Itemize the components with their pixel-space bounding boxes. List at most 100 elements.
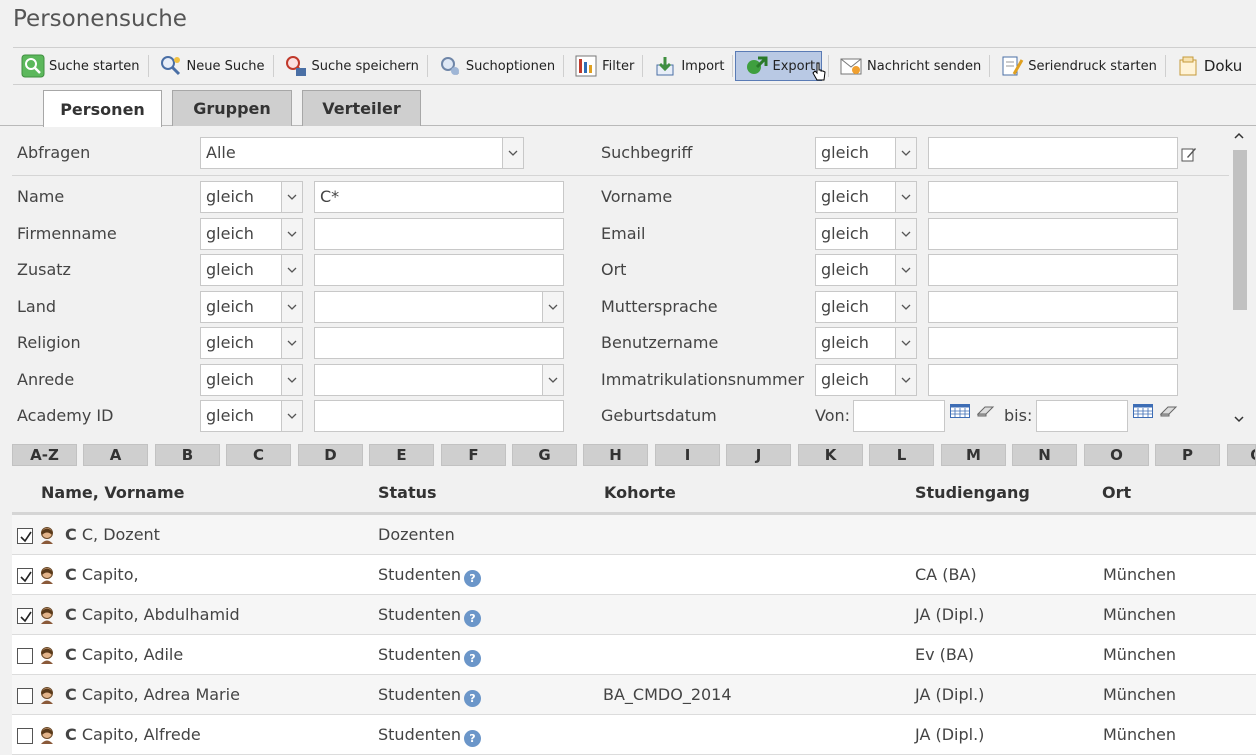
immatrikulation-operator-select[interactable]: gleich: [815, 364, 917, 396]
row-checkbox[interactable]: [17, 648, 33, 664]
alpha-button-c[interactable]: C: [226, 444, 291, 466]
alpha-button-k[interactable]: K: [798, 444, 863, 466]
row-checkbox[interactable]: [17, 528, 33, 544]
table-row[interactable]: C C, Dozent Dozenten: [12, 515, 1256, 555]
zusatz-input[interactable]: [314, 254, 564, 286]
tab-verteiler[interactable]: Verteiler: [302, 90, 421, 126]
vorname-operator-select[interactable]: gleich: [815, 181, 917, 213]
alpha-button-n[interactable]: N: [1012, 444, 1077, 466]
vorname-input[interactable]: [928, 181, 1178, 213]
benutzername-operator-select[interactable]: gleich: [815, 327, 917, 359]
neue-suche-button[interactable]: Neue Suche: [151, 51, 271, 81]
alpha-button-l[interactable]: L: [869, 444, 934, 466]
eraser-icon[interactable]: [1160, 405, 1178, 417]
row-name[interactable]: C Capito, Abdulhamid: [65, 605, 240, 624]
ort-operator-select[interactable]: gleich: [815, 254, 917, 286]
firmenname-operator-select[interactable]: gleich: [200, 218, 303, 250]
column-header-ort[interactable]: Ort: [1102, 483, 1131, 502]
table-row[interactable]: C Capito, Abdulhamid Studenten? JA (Dipl.)…: [12, 595, 1256, 635]
land-operator-select[interactable]: gleich: [200, 291, 303, 323]
alpha-button-m[interactable]: M: [941, 444, 1006, 466]
row-name[interactable]: C Capito, Adile: [65, 645, 183, 664]
row-name[interactable]: C Capito,: [65, 565, 139, 584]
religion-operator-select[interactable]: gleich: [200, 327, 303, 359]
geburtsdatum-bis-input[interactable]: [1036, 400, 1128, 432]
muttersprache-operator-select[interactable]: gleich: [815, 291, 917, 323]
table-row[interactable]: C Capito, Adrea Marie Studenten? BA_CMDO_2…: [12, 675, 1256, 715]
immatrikulation-input[interactable]: [928, 364, 1178, 396]
ort-input[interactable]: [928, 254, 1178, 286]
info-icon[interactable]: ?: [463, 570, 481, 587]
row-checkbox[interactable]: [17, 568, 33, 584]
abfragen-select[interactable]: Alle: [200, 137, 524, 169]
alpha-button-f[interactable]: F: [441, 444, 506, 466]
tab-gruppen[interactable]: Gruppen: [172, 90, 292, 126]
anrede-select[interactable]: [314, 364, 564, 396]
row-name[interactable]: C C, Dozent: [65, 525, 160, 544]
zusatz-operator-select[interactable]: gleich: [200, 254, 303, 286]
alpha-button-all[interactable]: A-Z: [12, 444, 77, 466]
suchoptionen-button[interactable]: Suchoptionen: [430, 51, 561, 81]
alpha-button-d[interactable]: D: [298, 444, 363, 466]
calendar-icon[interactable]: [950, 404, 970, 418]
email-operator-select[interactable]: gleich: [815, 218, 917, 250]
firmenname-input[interactable]: [314, 218, 564, 250]
alpha-button-g[interactable]: G: [512, 444, 577, 466]
row-name[interactable]: C Capito, Alfrede: [65, 725, 201, 744]
geburtsdatum-von-input[interactable]: [853, 400, 945, 432]
info-icon[interactable]: ?: [463, 690, 481, 707]
column-header-studiengang[interactable]: Studiengang: [915, 483, 1030, 502]
edit-icon[interactable]: [1181, 146, 1197, 162]
column-header-status[interactable]: Status: [378, 483, 437, 502]
suchbegriff-operator-select[interactable]: gleich: [815, 137, 917, 169]
dokumente-button[interactable]: Doku: [1168, 51, 1248, 81]
scrollbar-thumb[interactable]: [1233, 150, 1247, 310]
tab-personen[interactable]: Personen: [43, 90, 162, 127]
religion-input[interactable]: [314, 327, 564, 359]
alpha-button-e[interactable]: E: [369, 444, 434, 466]
name-operator-select[interactable]: gleich: [200, 181, 303, 213]
table-row[interactable]: C Capito, Studenten? CA (BA) München: [12, 555, 1256, 595]
academy-id-input[interactable]: [314, 400, 564, 432]
alpha-button-p[interactable]: P: [1155, 444, 1220, 466]
form-scrollbar[interactable]: [1230, 126, 1248, 432]
nachricht-senden-button[interactable]: Nachricht senden: [831, 51, 987, 81]
row-name[interactable]: C Capito, Adrea Marie: [65, 685, 240, 704]
suchbegriff-input[interactable]: [928, 137, 1178, 169]
alpha-button-o[interactable]: O: [1084, 444, 1149, 466]
muttersprache-input[interactable]: [928, 291, 1178, 323]
muttersprache-label: Muttersprache: [601, 297, 718, 316]
table-row[interactable]: C Capito, Alfrede Studenten? JA (Dipl.) Mün…: [12, 715, 1256, 755]
info-icon[interactable]: ?: [463, 730, 481, 747]
alpha-button-h[interactable]: H: [583, 444, 648, 466]
alpha-button-b[interactable]: B: [155, 444, 220, 466]
alpha-button-q[interactable]: Q: [1227, 444, 1256, 466]
import-button[interactable]: Import: [645, 51, 730, 81]
info-icon[interactable]: ?: [463, 610, 481, 627]
row-checkbox[interactable]: [17, 688, 33, 704]
anrede-operator-select[interactable]: gleich: [200, 364, 303, 396]
calendar-icon[interactable]: [1133, 404, 1153, 418]
table-row[interactable]: C Capito, Adile Studenten? Ev (BA) München: [12, 635, 1256, 675]
alpha-button-i[interactable]: I: [655, 444, 720, 466]
suche-speichern-button[interactable]: Suche speichern: [276, 51, 425, 81]
export-button[interactable]: Export: [735, 51, 823, 81]
column-header-name[interactable]: Name, Vorname: [41, 483, 184, 502]
benutzername-input[interactable]: [928, 327, 1178, 359]
filter-button[interactable]: Filter: [566, 51, 640, 81]
name-input[interactable]: C*: [314, 181, 564, 213]
alpha-button-j[interactable]: J: [726, 444, 791, 466]
column-header-kohorte[interactable]: Kohorte: [604, 483, 676, 502]
email-input[interactable]: [928, 218, 1178, 250]
academy-operator-select[interactable]: gleich: [200, 400, 303, 432]
seriendruck-button[interactable]: Seriendruck starten: [992, 51, 1163, 81]
info-icon[interactable]: ?: [463, 650, 481, 667]
scroll-up-icon[interactable]: [1234, 132, 1244, 139]
alpha-button-a[interactable]: A: [83, 444, 148, 466]
row-checkbox[interactable]: [17, 728, 33, 744]
eraser-icon[interactable]: [977, 405, 995, 417]
scroll-down-icon[interactable]: [1234, 416, 1244, 423]
row-checkbox[interactable]: [17, 608, 33, 624]
suche-starten-button[interactable]: Suche starten: [13, 51, 146, 81]
land-select[interactable]: [314, 291, 564, 323]
